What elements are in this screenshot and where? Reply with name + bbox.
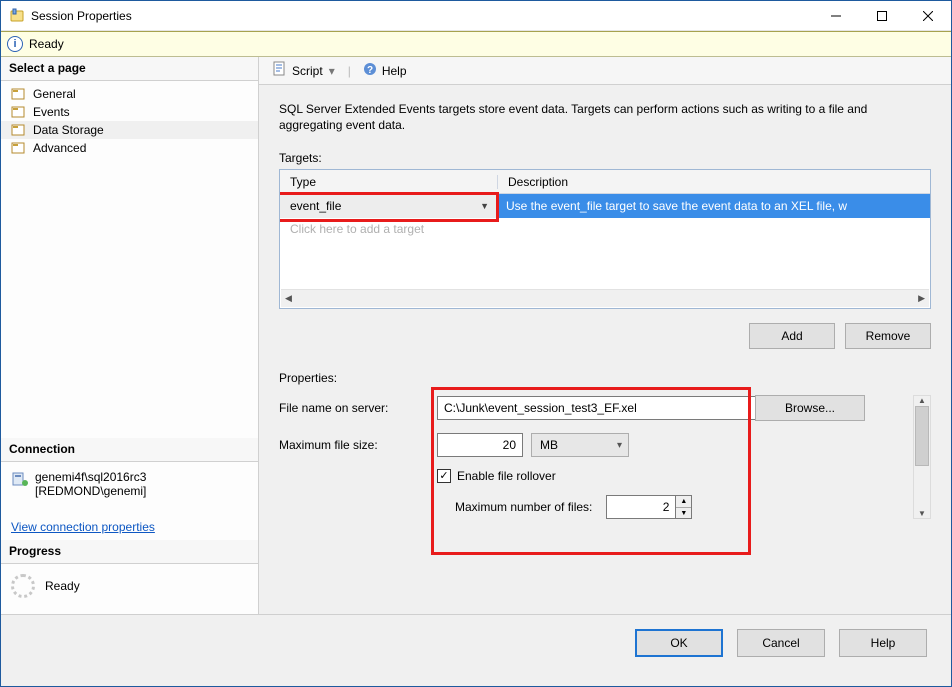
info-icon: i xyxy=(7,36,23,52)
right-panel: Script ▾ | ? Help SQL Server Extended Ev… xyxy=(259,57,951,614)
progress-body: Ready xyxy=(1,564,258,614)
size-unit-value: MB xyxy=(540,438,558,452)
ok-button[interactable]: OK xyxy=(635,629,723,657)
scroll-left-icon[interactable]: ◀ xyxy=(285,293,292,304)
page-item-data-storage[interactable]: Data Storage xyxy=(1,121,258,139)
enable-rollover-label: Enable file rollover xyxy=(457,469,556,483)
vertical-scrollbar[interactable]: ▲ ▼ xyxy=(913,395,931,519)
view-connection-properties-link[interactable]: View connection properties xyxy=(1,506,258,540)
script-icon xyxy=(272,61,288,80)
scroll-right-icon[interactable]: ▶ xyxy=(918,293,925,304)
page-icon xyxy=(11,105,27,119)
add-remove-row: Add Remove xyxy=(279,323,931,349)
app-icon xyxy=(9,8,25,24)
select-page-header: Select a page xyxy=(1,57,258,81)
target-type-value: event_file xyxy=(290,199,341,213)
page-label: Data Storage xyxy=(33,123,104,137)
progress-header: Progress xyxy=(1,540,258,564)
status-strip: i Ready xyxy=(1,31,951,57)
window-controls xyxy=(813,1,951,31)
size-unit-select[interactable]: MB xyxy=(531,433,629,457)
targets-grid: Type Description event_file ▼ Use the ev… xyxy=(279,169,931,309)
max-size-input[interactable] xyxy=(437,433,523,457)
browse-button[interactable]: Browse... xyxy=(755,395,865,421)
page-label: Advanced xyxy=(33,141,86,155)
progress-text: Ready xyxy=(45,579,80,593)
target-description-cell[interactable]: Use the event_file target to save the ev… xyxy=(498,194,930,218)
max-files-label: Maximum number of files: xyxy=(455,500,592,514)
cancel-button[interactable]: Cancel xyxy=(737,629,825,657)
column-header-type[interactable]: Type xyxy=(280,175,498,189)
title-bar: Session Properties xyxy=(1,1,951,31)
file-name-label: File name on server: xyxy=(279,401,429,415)
spinner-buttons[interactable]: ▲▼ xyxy=(676,495,692,519)
enable-rollover-checkbox[interactable]: ✓ xyxy=(437,469,451,483)
minimize-button[interactable] xyxy=(813,1,859,31)
script-button[interactable]: Script ▾ xyxy=(265,58,344,83)
dialog-footer: OK Cancel Help xyxy=(1,614,951,670)
scroll-up-icon[interactable]: ▲ xyxy=(918,396,926,405)
targets-label: Targets: xyxy=(279,151,931,165)
toolbar: Script ▾ | ? Help xyxy=(259,57,951,85)
grid-row[interactable]: event_file ▼ Use the event_file target t… xyxy=(280,194,930,218)
connection-header: Connection xyxy=(1,438,258,462)
maximize-button[interactable] xyxy=(859,1,905,31)
properties-label: Properties: xyxy=(279,371,931,385)
max-files-stepper[interactable]: ▲▼ xyxy=(606,495,692,519)
connection-server: genemi4f\sql2016rc3 xyxy=(11,470,248,484)
max-files-input[interactable] xyxy=(606,495,676,519)
status-text: Ready xyxy=(29,37,64,51)
script-label: Script xyxy=(292,64,323,78)
help-label: Help xyxy=(382,64,407,78)
page-label: Events xyxy=(33,105,70,119)
add-target-placeholder[interactable]: Click here to add a target xyxy=(280,218,930,240)
properties-form: File name on server: Browse... Maximum f… xyxy=(279,395,913,519)
page-icon xyxy=(11,141,27,155)
target-type-dropdown[interactable]: event_file ▼ xyxy=(280,194,498,218)
page-label: General xyxy=(33,87,76,101)
close-button[interactable] xyxy=(905,1,951,31)
dropdown-icon[interactable]: ▾ xyxy=(327,64,337,78)
page-icon xyxy=(11,87,27,101)
server-icon xyxy=(11,470,29,491)
column-header-description[interactable]: Description xyxy=(498,175,930,189)
help-button[interactable]: Help xyxy=(839,629,927,657)
chevron-down-icon: ▼ xyxy=(480,201,489,211)
svg-text:?: ? xyxy=(367,65,373,76)
scroll-down-icon[interactable]: ▼ xyxy=(918,509,926,518)
add-button[interactable]: Add xyxy=(749,323,835,349)
page-item-advanced[interactable]: Advanced xyxy=(1,139,258,157)
page-list: General Events Data Storage Advanced xyxy=(1,81,258,167)
scrollbar-thumb[interactable] xyxy=(915,406,929,466)
connection-info: genemi4f\sql2016rc3 [REDMOND\genemi] xyxy=(1,462,258,506)
page-icon xyxy=(11,123,27,137)
help-icon: ? xyxy=(362,61,378,80)
page-item-events[interactable]: Events xyxy=(1,103,258,121)
window-title: Session Properties xyxy=(31,9,132,23)
left-panel: Select a page General Events Data Storag… xyxy=(1,57,259,614)
page-description: SQL Server Extended Events targets store… xyxy=(279,101,931,133)
grid-header: Type Description xyxy=(280,170,930,194)
file-name-input[interactable] xyxy=(437,396,797,420)
content-area: SQL Server Extended Events targets store… xyxy=(259,85,951,614)
help-button[interactable]: ? Help xyxy=(355,58,414,83)
page-item-general[interactable]: General xyxy=(1,85,258,103)
connection-user: [REDMOND\genemi] xyxy=(11,484,248,498)
max-size-label: Maximum file size: xyxy=(279,438,429,452)
horizontal-scrollbar[interactable]: ◀ ▶ xyxy=(281,289,929,307)
spinner-icon xyxy=(11,574,35,598)
remove-button[interactable]: Remove xyxy=(845,323,931,349)
